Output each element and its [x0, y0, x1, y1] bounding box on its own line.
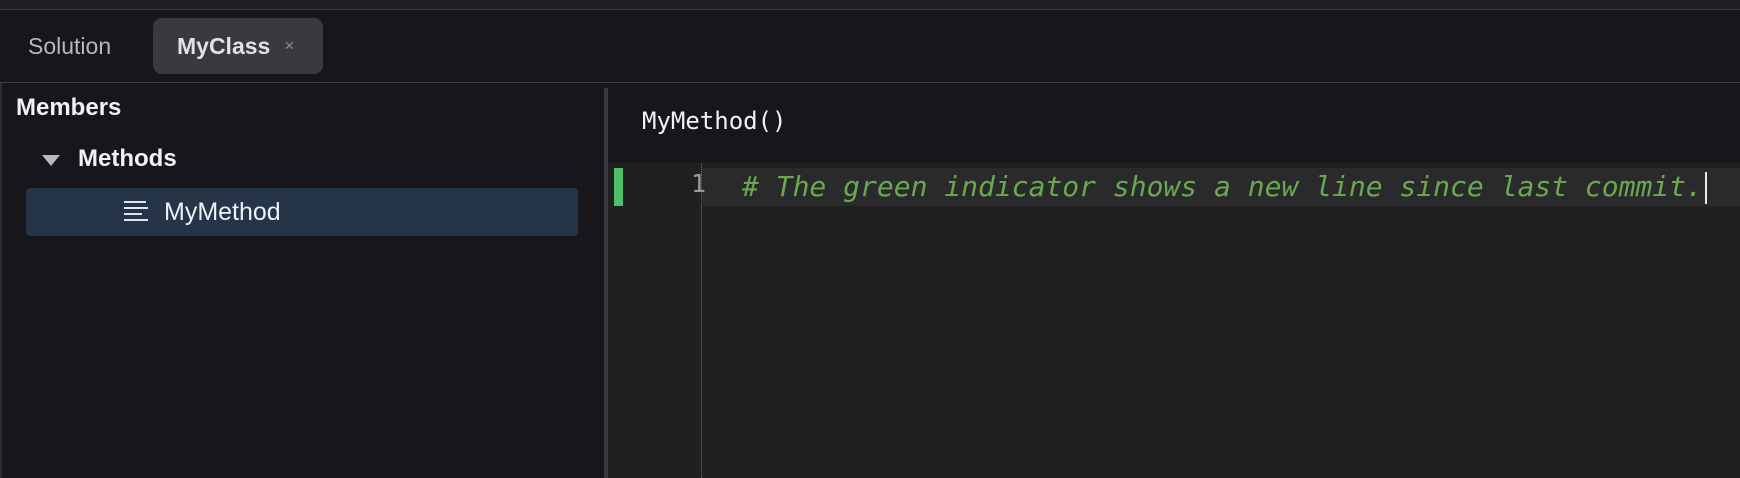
code-comment: # The green indicator shows a new line s… [742, 170, 1703, 203]
tree-item-mymethod[interactable]: MyMethod [26, 188, 578, 236]
git-added-indicator [614, 168, 623, 206]
editor-header: MyMethod() [608, 83, 1740, 163]
panel-title: Members [16, 94, 122, 121]
window-top-strip [0, 0, 1740, 10]
ide-window: Solution MyClass × Members Methods MyMet… [0, 0, 1740, 478]
tree-group-methods[interactable]: Methods [42, 145, 177, 173]
code-editor[interactable]: MyMethod() 1 # The green indicator shows… [608, 83, 1740, 478]
method-lines-icon [122, 198, 150, 226]
tab-close-icon[interactable]: × [284, 36, 294, 56]
members-panel: Members Methods MyMethod [0, 83, 604, 478]
gutter-guide [701, 163, 702, 478]
text-caret [1704, 172, 1707, 204]
tree-group-label: Methods [78, 145, 177, 172]
tab-bar: Solution MyClass × [0, 10, 1740, 83]
tree-item-label: MyMethod [164, 197, 281, 226]
tab-myclass[interactable]: MyClass × [153, 18, 323, 74]
code-line[interactable]: # The green indicator shows a new line s… [742, 168, 1707, 206]
tab-solution-label: Solution [28, 32, 112, 59]
tab-myclass-label: MyClass [177, 32, 271, 59]
triangle-down-icon[interactable] [42, 154, 60, 166]
editor-title: MyMethod() [642, 107, 787, 135]
tab-solution[interactable]: Solution [0, 18, 150, 74]
line-number: 1 [690, 169, 706, 198]
